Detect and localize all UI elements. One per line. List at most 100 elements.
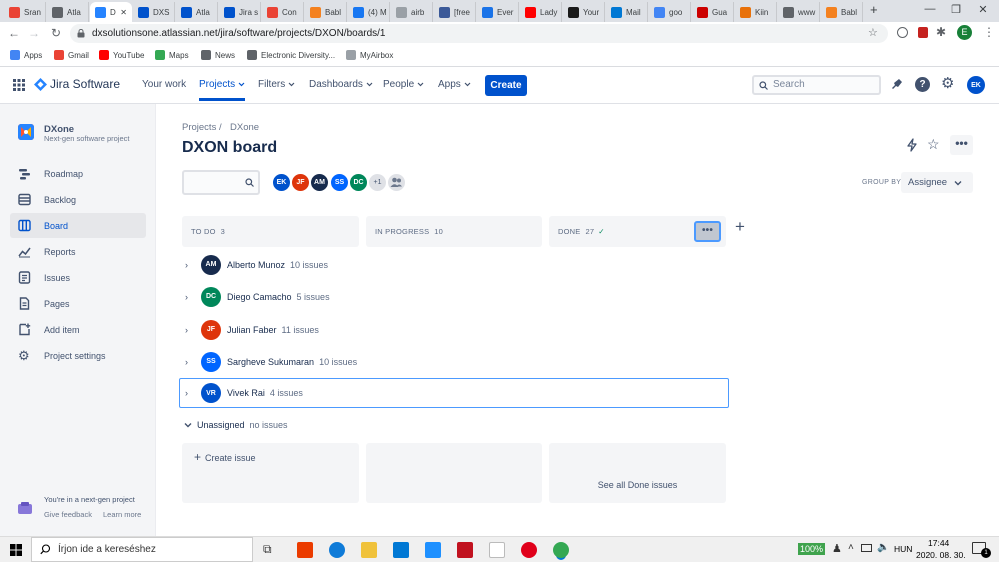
browser-tab[interactable]: goo	[649, 2, 691, 22]
browser-tab[interactable]: D ✕	[90, 2, 132, 22]
nav-your-work[interactable]: Your work	[142, 79, 186, 90]
office-icon[interactable]	[297, 542, 313, 558]
add-people-icon[interactable]	[386, 172, 407, 193]
people-tray-icon[interactable]: ♟	[832, 542, 842, 555]
group-by-select[interactable]: Assignee	[901, 172, 973, 193]
task-view-icon[interactable]: ⧉	[263, 542, 279, 558]
settings-gear-icon[interactable]: ⚙	[941, 76, 954, 91]
windows-start-icon[interactable]	[10, 544, 22, 556]
sidebar-item-board[interactable]: Board	[10, 213, 146, 238]
help-icon[interactable]: ?	[915, 77, 930, 92]
board-search-input[interactable]	[182, 170, 260, 195]
browser-tab[interactable]: (4) M	[348, 2, 390, 22]
file-explorer-icon[interactable]	[361, 542, 377, 558]
sidebar-item-roadmap[interactable]: Roadmap	[10, 161, 146, 186]
column-done[interactable]: DONE 27 ✓ •••	[549, 216, 726, 247]
browser-tab[interactable]: Atla	[47, 2, 89, 22]
browser-tab[interactable]: Babl	[821, 2, 863, 22]
browser-tab[interactable]: Ever	[477, 2, 519, 22]
minimize-button[interactable]: —	[917, 3, 943, 15]
taskbar-search-input[interactable]: Írjon ide a kereséshez	[31, 537, 253, 562]
add-column-icon[interactable]: +	[735, 218, 745, 235]
browser-menu-icon[interactable]: ⋮	[983, 25, 995, 39]
give-feedback-link[interactable]: Give feedback	[44, 510, 92, 519]
done-drop-zone[interactable]: See all Done issues	[549, 443, 726, 503]
swimlane[interactable]: › DC Diego Camacho 5 issues	[182, 282, 728, 311]
user-avatar[interactable]: EK	[967, 76, 985, 94]
reload-icon[interactable]: ↻	[48, 26, 64, 40]
sidebar-item-project-settings[interactable]: ⚙ Project settings	[10, 343, 146, 368]
swimlane[interactable]: › SS Sargheve Sukumaran 10 issues	[182, 347, 728, 376]
bookmark-item[interactable]: YouTube	[99, 50, 144, 60]
browser-tab[interactable]: Your	[563, 2, 605, 22]
nav-dashboards[interactable]: Dashboards	[309, 79, 373, 90]
browser-tab[interactable]: Atla	[176, 2, 218, 22]
document-icon[interactable]	[489, 542, 505, 558]
browser-tab[interactable]: Gua	[692, 2, 734, 22]
app-l-icon[interactable]	[425, 542, 441, 558]
edge-icon[interactable]	[329, 542, 345, 558]
nav-projects[interactable]: Projects	[199, 79, 246, 101]
bookmark-item[interactable]: Electronic Diversity...	[247, 50, 335, 60]
bookmark-item[interactable]: MyAirbox	[346, 50, 393, 60]
clock-date[interactable]: 2020. 08. 30.	[916, 550, 966, 560]
battery-icon[interactable]	[861, 544, 872, 552]
forward-arrow-icon[interactable]: →	[26, 26, 42, 40]
learn-more-link[interactable]: Learn more	[103, 510, 141, 519]
avatar-filter[interactable]: EK	[271, 172, 292, 193]
browser-tab[interactable]: www	[778, 2, 820, 22]
in-progress-drop-zone[interactable]	[366, 443, 542, 503]
nav-filters[interactable]: Filters	[258, 79, 295, 90]
browser-tab[interactable]: airb	[391, 2, 433, 22]
create-issue-button[interactable]: + Create issue	[194, 450, 256, 464]
sidebar-item-add-item[interactable]: Add item	[10, 317, 146, 342]
sidebar-item-issues[interactable]: Issues	[10, 265, 146, 290]
chrome-icon[interactable]	[553, 542, 569, 558]
lightning-automation-icon[interactable]	[906, 138, 918, 152]
browser-tab[interactable]: Kiin	[735, 2, 777, 22]
todo-drop-zone[interactable]: + Create issue	[182, 443, 359, 503]
browser-tab[interactable]: Babl	[305, 2, 347, 22]
nav-people[interactable]: People	[383, 79, 424, 90]
browser-tab[interactable]: Con	[262, 2, 304, 22]
avatar-filter[interactable]: DC	[348, 172, 369, 193]
see-all-done-link[interactable]: See all Done issues	[549, 480, 726, 490]
search-input[interactable]: Search	[752, 75, 881, 95]
shield-extension-icon[interactable]	[918, 27, 928, 38]
bookmark-item[interactable]: News	[201, 50, 235, 60]
more-avatars-button[interactable]: +1	[367, 172, 388, 193]
maximize-button[interactable]: ❐	[943, 3, 969, 16]
bookmark-star-icon[interactable]: ☆	[868, 24, 878, 43]
breadcrumb-project[interactable]: DXone	[230, 122, 259, 133]
product-name[interactable]: Jira Software	[50, 77, 120, 91]
back-arrow-icon[interactable]: ←	[6, 26, 22, 40]
nav-apps[interactable]: Apps	[438, 79, 471, 90]
browser-tab[interactable]: Jira s	[219, 2, 261, 22]
close-window-button[interactable]: ✕	[970, 3, 996, 16]
column-todo[interactable]: TO DO 3	[182, 216, 359, 247]
puzzle-extensions-icon[interactable]: ✱	[936, 25, 946, 39]
mcafee-icon[interactable]	[457, 542, 473, 558]
browser-tab[interactable]: Mail	[606, 2, 648, 22]
notifications-icon[interactable]	[890, 78, 903, 91]
swimlane-selected[interactable]: › VR Vivek Rai 4 issues	[179, 378, 729, 408]
new-tab-button[interactable]: +	[870, 2, 878, 17]
browser-tab[interactable]: Sran	[4, 2, 46, 22]
opera-icon[interactable]	[521, 542, 537, 558]
browser-tab[interactable]: [free	[434, 2, 476, 22]
chevron-up-icon[interactable]: ˄	[848, 542, 854, 553]
column-in-progress[interactable]: IN PROGRESS 10	[366, 216, 542, 247]
battery-indicator[interactable]: 100%	[798, 543, 826, 555]
browser-tab[interactable]: Lady	[520, 2, 562, 22]
mail-icon[interactable]	[393, 542, 409, 558]
language-indicator[interactable]: HUN	[894, 544, 912, 554]
avatar-filter[interactable]: JF	[290, 172, 311, 193]
profile-avatar[interactable]: E	[957, 25, 972, 40]
bookmark-item[interactable]: Maps	[155, 50, 189, 60]
extension-circle-icon[interactable]	[897, 27, 908, 38]
browser-tab[interactable]: DXS	[133, 2, 175, 22]
sidebar-item-backlog[interactable]: Backlog	[10, 187, 146, 212]
url-field[interactable]: dxsolutionsone.atlassian.net/jira/softwa…	[70, 24, 888, 43]
speaker-icon[interactable]: 🔈	[877, 542, 889, 553]
sidebar-item-reports[interactable]: Reports	[10, 239, 146, 264]
